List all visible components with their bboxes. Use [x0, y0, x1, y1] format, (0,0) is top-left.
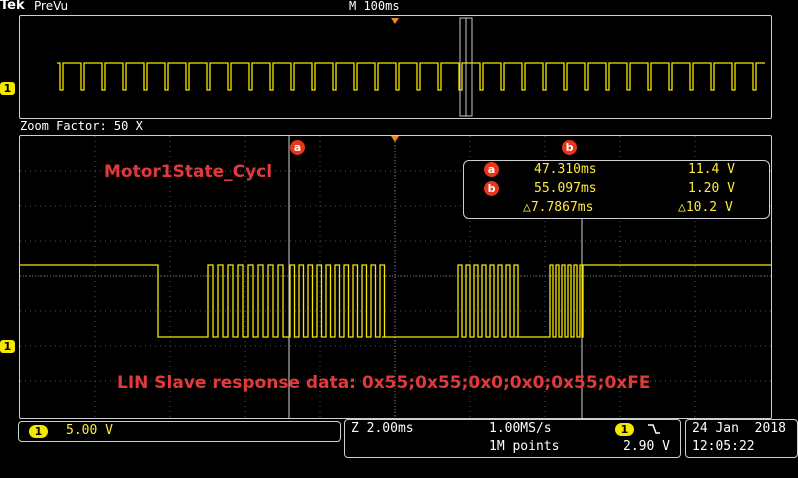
delta-voltage: △10.2 V: [678, 200, 733, 215]
record-length: 1M points: [489, 439, 560, 454]
cursor-a-marker[interactable]: a: [290, 140, 305, 155]
cursor-a-voltage: 11.4 V: [688, 162, 735, 177]
channel-1-badge: 1: [29, 425, 48, 438]
trigger-position-icon: [391, 18, 399, 24]
time: 12:05:22: [692, 439, 755, 454]
zoom-timebase: Z 2.00ms: [351, 421, 414, 436]
overview-graticule: [57, 17, 765, 117]
cursor-a-time: 47.310ms: [534, 162, 597, 177]
horizontal-readout[interactable]: Z 2.00ms 1.00MS/s 1M points 1 2.90 V: [344, 419, 681, 458]
overview-trace: [57, 62, 765, 91]
brand-logo: Tek: [0, 0, 25, 13]
cursor-a-badge: a: [484, 162, 499, 177]
signal-name-annotation: Motor1State_Cycl: [104, 162, 273, 182]
volts-per-div: 5.00 V: [66, 423, 113, 438]
date: 24 Jan 2018: [692, 421, 786, 436]
acquisition-mode: PreVu: [34, 0, 69, 13]
date-time-readout: 24 Jan 2018 12:05:22: [685, 419, 798, 458]
main-timebase[interactable]: M 100ms: [349, 0, 400, 13]
cursor-b-marker[interactable]: b: [562, 140, 577, 155]
zoom-factor-label: Zoom Factor: 50 X: [20, 119, 143, 133]
sample-rate: 1.00MS/s: [489, 421, 552, 436]
overview-waveform-panel[interactable]: [19, 15, 772, 119]
channel-1-readout[interactable]: 1 5.00 V: [18, 421, 341, 442]
overview-signal: [57, 62, 765, 91]
trigger-level: 2.90 V: [623, 439, 670, 454]
falling-edge-icon: [647, 422, 661, 436]
cursor-b-voltage: 1.20 V: [688, 181, 735, 196]
cursor-b-badge: b: [484, 181, 499, 196]
response-data-annotation: LIN Slave response data: 0x55;0x55;0x0;0…: [117, 373, 651, 393]
top-status-bar: Tek PreVu M 100ms: [0, 0, 798, 14]
zoom-channel-1-marker[interactable]: 1: [0, 340, 15, 353]
zoom-trigger-position-icon: [391, 136, 399, 142]
cursor-b-time: 55.097ms: [534, 181, 597, 196]
cursor-readout-box: a 47.310ms 11.4 V b 55.097ms 1.20 V △7.7…: [463, 160, 770, 219]
overview-channel-1-marker[interactable]: 1: [0, 82, 15, 95]
trigger-channel-badge: 1: [615, 423, 634, 436]
delta-time: △7.7867ms: [523, 200, 594, 215]
